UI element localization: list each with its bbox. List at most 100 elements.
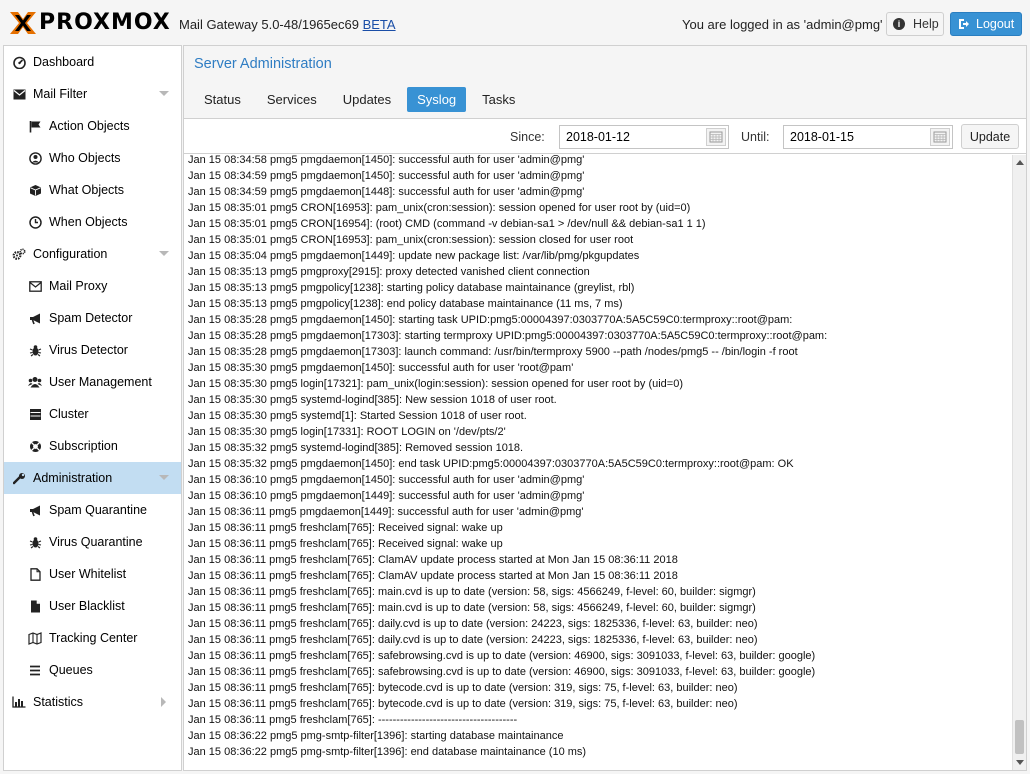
log-line: Jan 15 08:36:22 pmg5 pmg-smtp-filter[139… [188, 746, 587, 758]
sidebar-item-user-blacklist[interactable]: User Blacklist [4, 590, 181, 622]
log-line: Jan 15 08:36:11 pmg5 freshclam[765]: byt… [188, 698, 738, 710]
sidebar-item-label: Virus Quarantine [49, 535, 143, 549]
sidebar-item-user-whitelist[interactable]: User Whitelist [4, 558, 181, 590]
support-icon [28, 439, 42, 453]
sidebar-item-label: When Objects [49, 215, 128, 229]
log-line: Jan 15 08:36:11 pmg5 freshclam[765]: saf… [188, 666, 816, 678]
syslog-scrollbar[interactable] [1012, 155, 1026, 770]
sidebar-item-virus-detector[interactable]: Virus Detector [4, 334, 181, 366]
log-line: Jan 15 08:35:30 pmg5 systemd[1]: Started… [188, 410, 527, 422]
sidebar-item-spam-detector[interactable]: Spam Detector [4, 302, 181, 334]
bug-icon [28, 535, 42, 549]
tab-status[interactable]: Status [194, 87, 251, 112]
scroll-up-icon[interactable] [1016, 160, 1024, 165]
file-icon [28, 567, 42, 581]
sidebar-item-label: Cluster [49, 407, 89, 421]
user-circle-icon [28, 151, 42, 165]
sidebar-item-mail-proxy[interactable]: Mail Proxy [4, 270, 181, 302]
log-line: Jan 15 08:36:22 pmg5 pmg-smtp-filter[139… [188, 730, 564, 742]
map-icon [28, 631, 42, 645]
log-line: Jan 15 08:35:28 pmg5 pmgdaemon[17303]: l… [188, 346, 798, 358]
sidebar-item-action-objects[interactable]: Action Objects [4, 110, 181, 142]
proxmox-x-icon [9, 11, 37, 35]
flag-icon [28, 119, 42, 133]
sidebar-item-when-objects[interactable]: When Objects [4, 206, 181, 238]
tab-tasks[interactable]: Tasks [472, 87, 525, 112]
log-line: Jan 15 08:36:11 pmg5 freshclam[765]: saf… [188, 650, 816, 662]
sidebar-item-label: Administration [33, 471, 113, 485]
version-info: Mail Gateway 5.0-48/1965ec69 BETA [179, 17, 396, 32]
server-icon [28, 407, 42, 421]
log-line: Jan 15 08:36:11 pmg5 freshclam[765]: dai… [188, 634, 758, 646]
list-icon [28, 663, 42, 677]
log-line: Jan 15 08:36:11 pmg5 freshclam[765]: mai… [188, 602, 756, 614]
server-administration-panel: Server Administration Status Services Up… [183, 45, 1027, 771]
proxmox-logo: PROXMOX [9, 10, 171, 36]
log-line: Jan 15 08:36:11 pmg5 freshclam[765]: Cla… [188, 570, 678, 582]
help-label: Help [913, 17, 939, 31]
sidebar-item-configuration[interactable]: Configuration [4, 238, 181, 270]
sidebar-item-label: Configuration [33, 247, 108, 261]
sidebar-item-virus-quarantine[interactable]: Virus Quarantine [4, 526, 181, 558]
logout-button[interactable]: Logout [950, 12, 1022, 36]
log-line: Jan 15 08:35:13 pmg5 pmgpolicy[1238]: st… [188, 282, 635, 294]
calendar-icon[interactable] [930, 128, 950, 146]
sidebar-item-spam-quarantine[interactable]: Spam Quarantine [4, 494, 181, 526]
scroll-down-icon[interactable] [1016, 760, 1024, 765]
chevron-down-icon[interactable] [159, 91, 169, 96]
since-date-field[interactable]: 2018-01-12 [559, 125, 729, 149]
sidebar-item-label: Queues [49, 663, 93, 677]
log-line: Jan 15 08:35:30 pmg5 systemd-logind[385]… [188, 394, 557, 406]
sidebar-nav: Dashboard Mail Filter Action Objects Who… [3, 45, 182, 771]
tab-syslog[interactable]: Syslog [407, 87, 467, 112]
log-line: Jan 15 08:35:01 pmg5 CRON[16954]: (root)… [188, 218, 706, 230]
update-button[interactable]: Update [961, 124, 1019, 149]
log-line: Jan 15 08:35:01 pmg5 CRON[16953]: pam_un… [188, 202, 691, 214]
syslog-view[interactable]: Jan 15 08:34:58 pmg5 pmgdaemon[1450]: su… [184, 155, 1026, 770]
sidebar-item-who-objects[interactable]: Who Objects [4, 142, 181, 174]
scroll-thumb[interactable] [1015, 720, 1024, 754]
sidebar-item-subscription[interactable]: Subscription [4, 430, 181, 462]
clock-icon [28, 215, 42, 229]
sidebar-item-label: User Whitelist [49, 567, 127, 581]
log-line: Jan 15 08:35:30 pmg5 login[17321]: pam_u… [188, 378, 684, 390]
sidebar-item-queues[interactable]: Queues [4, 654, 181, 686]
tab-updates[interactable]: Updates [333, 87, 401, 112]
log-line: Jan 15 08:35:13 pmg5 pmgproxy[2915]: pro… [188, 266, 590, 278]
panel-header: Server Administration Status Services Up… [184, 46, 1026, 119]
wrench-icon [12, 471, 26, 485]
sidebar-item-cluster[interactable]: Cluster [4, 398, 181, 430]
sidebar-item-mail-filter[interactable]: Mail Filter [4, 78, 181, 110]
sidebar-item-administration[interactable]: Administration [4, 462, 181, 494]
sign-out-icon [959, 19, 969, 29]
log-line: Jan 15 08:35:28 pmg5 pmgdaemon[17303]: s… [188, 330, 828, 342]
log-line: Jan 15 08:36:11 pmg5 freshclam[765]: mai… [188, 586, 756, 598]
sidebar-item-what-objects[interactable]: What Objects [4, 174, 181, 206]
top-header: PROXMOX Mail Gateway 5.0-48/1965ec69 BET… [0, 0, 1030, 44]
since-label: Since: [510, 130, 545, 144]
sidebar-item-label: What Objects [49, 183, 125, 197]
tab-services[interactable]: Services [257, 87, 327, 112]
tab-bar: Status Services Updates Syslog Tasks [194, 87, 531, 112]
chevron-down-icon[interactable] [159, 251, 169, 256]
help-button[interactable]: i Help [886, 12, 944, 36]
syslog-toolbar: Since: 2018-01-12 Until: 2018-01-15 Upda… [184, 119, 1026, 154]
sidebar-item-user-management[interactable]: User Management [4, 366, 181, 398]
until-label: Until: [741, 130, 770, 144]
log-line: Jan 15 08:34:59 pmg5 pmgdaemon[1448]: su… [188, 186, 585, 198]
logout-label: Logout [976, 17, 1015, 31]
sidebar-item-label: Tracking Center [49, 631, 138, 645]
calendar-icon[interactable] [706, 128, 726, 146]
sidebar-item-tracking-center[interactable]: Tracking Center [4, 622, 181, 654]
sidebar-item-label: Dashboard [33, 55, 95, 69]
cogs-icon [12, 247, 26, 261]
chevron-down-icon[interactable] [159, 475, 169, 480]
until-date-field[interactable]: 2018-01-15 [783, 125, 953, 149]
beta-link[interactable]: BETA [363, 17, 396, 32]
sidebar-item-label: Spam Quarantine [49, 503, 147, 517]
chevron-right-icon[interactable] [161, 697, 166, 707]
sidebar-item-label: Statistics [33, 695, 84, 709]
since-date-value: 2018-01-12 [566, 130, 630, 144]
sidebar-item-dashboard[interactable]: Dashboard [4, 46, 181, 78]
sidebar-item-statistics[interactable]: Statistics [4, 686, 181, 718]
